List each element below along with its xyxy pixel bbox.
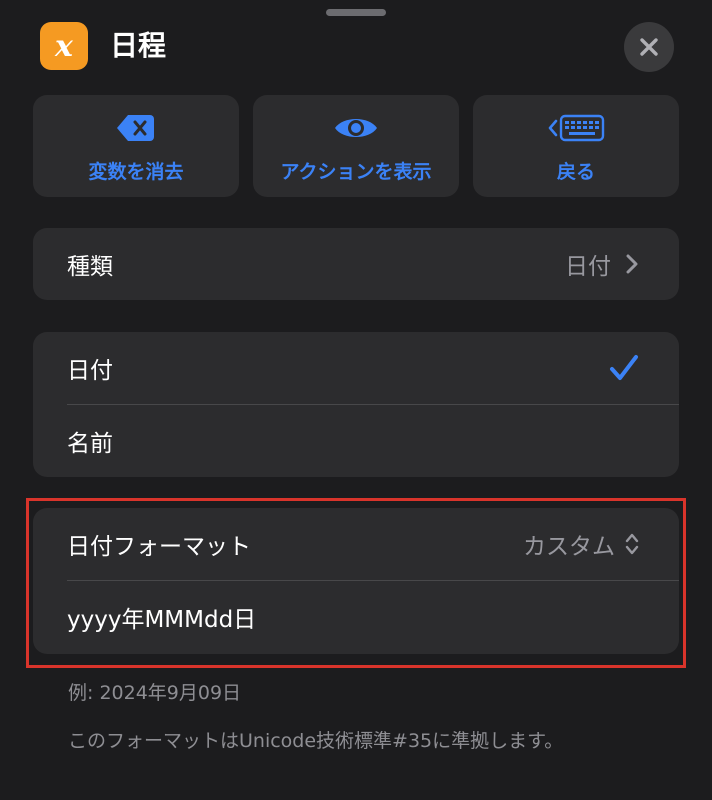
option-row-name[interactable]: 名前 [33, 404, 679, 477]
options-card: 日付 名前 [33, 332, 679, 477]
option-label-name: 名前 [67, 430, 113, 457]
type-row[interactable]: 種類 日付 [33, 228, 679, 300]
chevron-right-icon [626, 254, 638, 274]
app-icon-glyph: x [55, 28, 73, 64]
toolbar: 変数を消去 アクションを表示 戻る [33, 95, 679, 197]
show-actions-button[interactable]: アクションを表示 [253, 95, 459, 197]
delete-backward-icon [117, 115, 154, 141]
type-card: 種類 日付 [33, 228, 679, 300]
type-value: 日付 [565, 247, 639, 281]
type-value-text: 日付 [565, 254, 611, 280]
type-label: 種類 [67, 254, 113, 280]
highlight-box [26, 498, 686, 668]
eye-icon [335, 119, 377, 137]
option-label-date: 日付 [67, 358, 113, 384]
sheet-grabber[interactable] [326, 9, 386, 16]
close-icon [640, 38, 658, 56]
variable-app-icon: x [40, 22, 88, 70]
back-button[interactable]: 戻る [473, 95, 679, 197]
show-actions-label: アクションを表示 [280, 161, 432, 183]
close-button[interactable] [624, 22, 674, 72]
format-info-text: このフォーマットはUnicode技術標準#35に準拠します。 [68, 730, 564, 752]
format-example-text: 例: 2024年9月09日 [68, 682, 242, 704]
clear-variable-button[interactable]: 変数を消去 [33, 95, 239, 197]
clear-variable-label: 変数を消去 [88, 161, 184, 183]
checkmark-icon [610, 355, 638, 380]
back-label: 戻る [556, 161, 595, 183]
page-title: 日程 [110, 29, 167, 62]
option-row-date[interactable]: 日付 [33, 332, 679, 404]
header: x 日程 [40, 22, 680, 72]
keyboard-back-icon [548, 114, 605, 142]
